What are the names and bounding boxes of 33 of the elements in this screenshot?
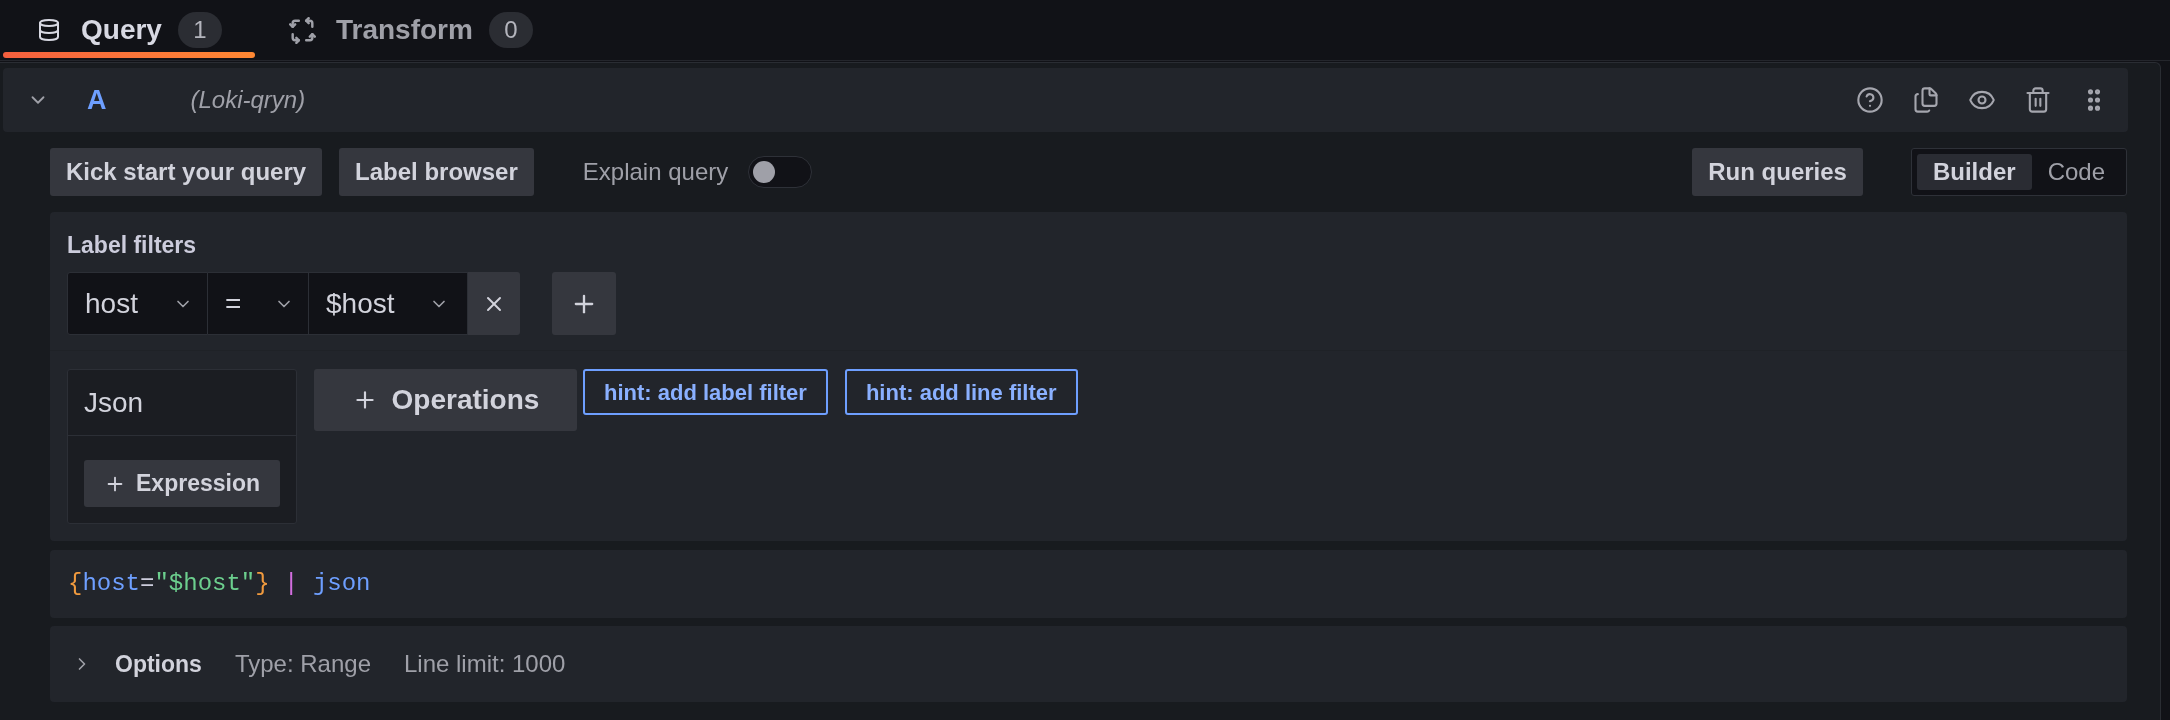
operation-name: Json <box>68 370 296 436</box>
copy-icon[interactable] <box>1912 86 1940 114</box>
tab[interactable]: Query 1 <box>3 0 255 60</box>
toolbar-button[interactable]: Kick start your query <box>50 148 323 196</box>
query-code: {host="$host"} | json <box>68 569 371 599</box>
hint-button[interactable]: hint: add line filter <box>844 369 1078 415</box>
trash-icon[interactable] <box>2024 86 2052 114</box>
remove-filter-button[interactable] <box>468 272 520 335</box>
options-title: Options <box>115 649 202 679</box>
mode-option[interactable]: Code <box>2031 154 2121 190</box>
cycle-arrows-icon <box>288 16 316 44</box>
mode-option[interactable]: Builder <box>1916 154 2032 190</box>
hint-button[interactable]: hint: add label filter <box>583 369 828 415</box>
options-summary: Line limit: 1000 <box>404 649 566 679</box>
count-badge: 0 <box>488 12 533 48</box>
toggle-label: Explain query <box>582 157 729 187</box>
toolbar-button[interactable]: Label browser <box>339 148 534 196</box>
options-panel[interactable]: Options Type: Range Line limit: 1000 <box>50 626 2127 702</box>
tab[interactable]: Transform 0 <box>254 0 566 60</box>
section-label: Label filters <box>67 231 198 259</box>
add-expression-button[interactable]: Expression <box>84 460 280 507</box>
options-summary: Type: Range <box>234 649 371 679</box>
explain-toggle[interactable] <box>748 156 813 188</box>
query-ref-id[interactable]: A <box>87 79 107 121</box>
add-operation-button[interactable]: Operations <box>314 369 577 431</box>
help-icon[interactable] <box>1856 86 1884 114</box>
operator-select[interactable]: = <box>208 272 309 335</box>
value-select[interactable]: $host <box>309 272 468 335</box>
database-icon <box>37 17 61 43</box>
datasource-name: (Loki-qryn) <box>190 85 306 115</box>
count-badge: 1 <box>177 12 222 48</box>
run-queries-button[interactable]: Run queries <box>1692 148 1863 196</box>
label-select[interactable]: host <box>67 272 208 335</box>
